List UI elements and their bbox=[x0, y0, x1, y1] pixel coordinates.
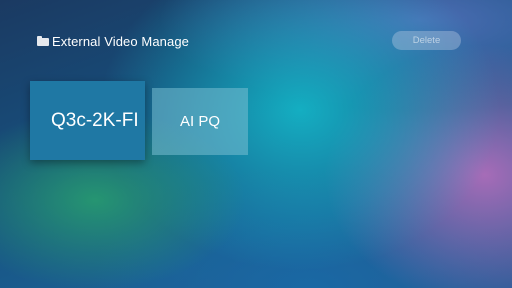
video-item-label: Q3c-2K-FI bbox=[51, 109, 139, 131]
page-header: External Video Manage bbox=[37, 31, 189, 51]
delete-button[interactable]: Delete bbox=[392, 31, 461, 50]
video-item-q3c-2k-fi[interactable]: Q3c-2K-FI bbox=[30, 81, 145, 160]
video-item-label: AI PQ bbox=[179, 113, 220, 130]
video-item-ai-pq[interactable]: AI PQ bbox=[152, 88, 248, 155]
page-title: External Video Manage bbox=[52, 33, 190, 49]
folder-icon bbox=[37, 36, 49, 46]
